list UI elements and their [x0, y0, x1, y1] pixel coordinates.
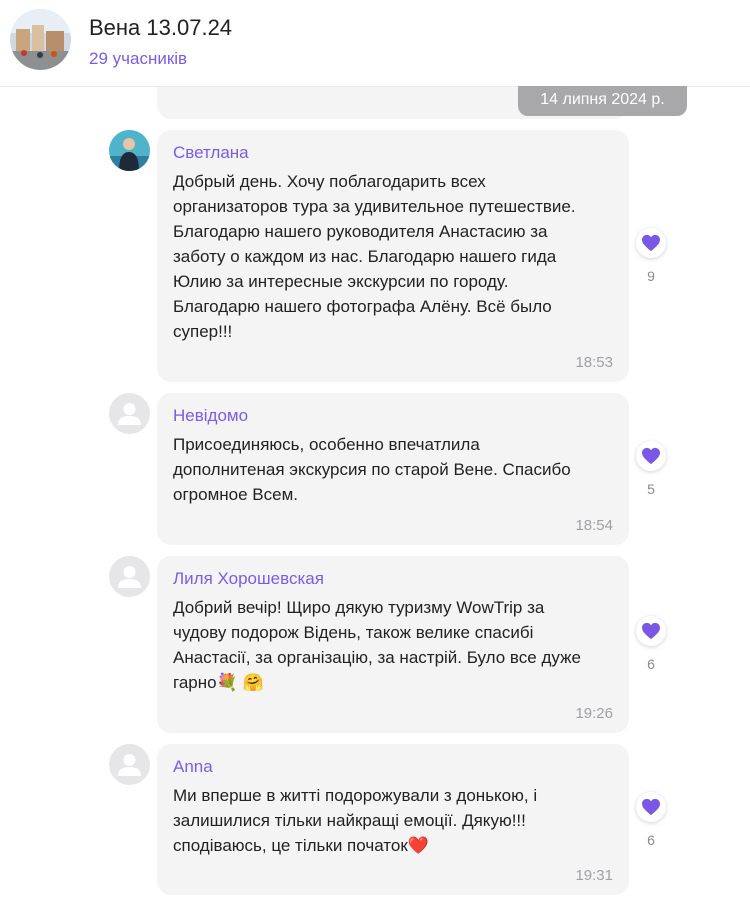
message-author[interactable]: Лиля Хорошевская	[173, 568, 613, 590]
hugging-face-emoji-icon: 🤗	[242, 673, 264, 692]
red-heart-emoji-icon: ❤️	[407, 836, 429, 855]
message-line: Добрый день. Хочу поблагодарить всех	[173, 172, 486, 191]
message-line: сподіваюсь, це тільки початок❤️	[173, 833, 613, 858]
message-bubble: Светлана Добрый день. Хочу поблагодарить…	[157, 130, 629, 382]
message-author[interactable]: Anna	[173, 756, 613, 778]
reaction-count: 6	[647, 832, 655, 848]
message-line: Анастасії, за організацію, за настрій. Б…	[173, 648, 581, 667]
group-avatar[interactable]	[10, 9, 71, 70]
message-line: Ми вперше в житті подорожували з донькою…	[173, 786, 538, 805]
message-line: дополнитеная экскурсия по старой Вене. С…	[173, 460, 571, 479]
heart-icon	[642, 622, 660, 640]
message-text: Присоединяюсь, особенно впечатлила допол…	[173, 432, 613, 507]
reaction-count: 6	[647, 656, 655, 672]
message-line: гарно💐 🤗	[173, 670, 613, 695]
message-line: Присоединяюсь, особенно впечатлила	[173, 435, 480, 454]
chat-header: Вена 13.07.24 29 учасників	[0, 0, 750, 87]
message-line: организаторов тура за удивительное путеш…	[173, 197, 576, 216]
heart-reaction-button[interactable]	[636, 792, 666, 822]
heart-reaction-button[interactable]	[636, 228, 666, 258]
heart-reaction-button[interactable]	[636, 616, 666, 646]
message-author[interactable]: Невідомо	[173, 405, 613, 427]
heart-reaction-button[interactable]	[636, 441, 666, 471]
bouquet-emoji-icon: 💐	[216, 673, 238, 692]
message-line: Добрий вечір! Щиро дякую туризму WowTrip…	[173, 598, 545, 617]
heart-icon	[642, 234, 660, 252]
message-bubble: Лиля Хорошевская Добрий вечір! Щиро дяку…	[157, 556, 629, 733]
message-line: заботу о каждом из нас. Благодарю нашего…	[173, 247, 557, 266]
message-time: 18:53	[575, 354, 613, 371]
user-placeholder-icon	[118, 566, 141, 588]
user-placeholder-icon	[118, 754, 141, 776]
reaction-count: 5	[647, 481, 655, 497]
heart-icon	[642, 447, 660, 465]
message-line: Юлию за интересные экскурсии по городу.	[173, 272, 509, 291]
message-line-text: сподіваюсь, це тільки початок	[173, 836, 408, 855]
message-text: Добрий вечір! Щиро дякую туризму WowTrip…	[173, 595, 613, 695]
user-placeholder-icon	[118, 403, 141, 425]
message-line-text: гарно	[173, 673, 217, 692]
user-avatar[interactable]	[109, 393, 150, 434]
user-avatar[interactable]	[109, 556, 150, 597]
message-bubble: Невідомо Присоединяюсь, особенно впечатл…	[157, 393, 629, 545]
participants-count[interactable]: 29 учасників	[89, 49, 187, 69]
message-text: Ми вперше в житті подорожували з донькою…	[173, 783, 613, 858]
message-line: Благодарю нашего фотографа Алёну. Всё бы…	[173, 297, 552, 316]
chat-title: Вена 13.07.24	[89, 15, 233, 40]
message-bubble: Anna Ми вперше в житті подорожували з до…	[157, 744, 629, 895]
user-avatar[interactable]	[109, 130, 150, 171]
date-separator: 14 липня 2024 р.	[518, 86, 687, 116]
message-line: супер!!!	[173, 322, 233, 341]
user-avatar[interactable]	[109, 744, 150, 785]
message-text: Добрый день. Хочу поблагодарить всех орг…	[173, 169, 613, 344]
message-time: 19:31	[575, 867, 613, 884]
reaction-count: 9	[647, 268, 655, 284]
message-author[interactable]: Светлана	[173, 142, 613, 164]
message-time: 19:26	[575, 705, 613, 722]
message-time: 18:54	[575, 517, 613, 534]
message-line: огромное Всем.	[173, 485, 298, 504]
message-line: чудову подорож Відень, також велике спас…	[173, 623, 534, 642]
message-line: Благодарю нашего руководителя Анастасию …	[173, 222, 548, 241]
heart-icon	[642, 798, 660, 816]
message-line: залишилися тільки найкращі емоції. Дякую…	[173, 811, 526, 830]
